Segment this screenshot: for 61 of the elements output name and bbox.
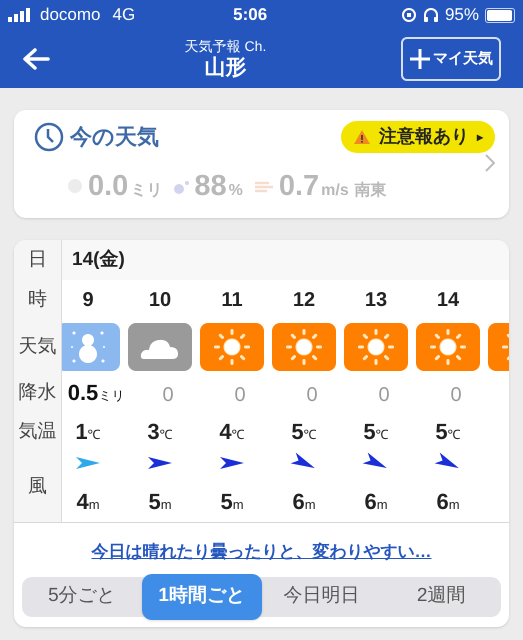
precip-value: 0	[378, 382, 390, 408]
wind-speed: 6m	[292, 488, 316, 516]
wind-speed: 5m	[148, 488, 172, 516]
warning-icon	[353, 128, 371, 144]
clock-time: 5:06	[233, 4, 268, 26]
hour-text: 14	[436, 288, 460, 313]
back-arrow-icon[interactable]	[22, 47, 50, 71]
droplet-icon	[172, 178, 190, 195]
period-tab[interactable]: 1時間ごと	[142, 574, 262, 620]
date-label: 日	[28, 248, 47, 272]
wind-speed: 4m	[76, 488, 100, 516]
precip-value: 0.5 ミリ	[68, 379, 124, 407]
stat-value: 0.0	[88, 169, 128, 204]
temperature-value: 3℃	[147, 418, 173, 446]
battery-percent: 95%	[444, 4, 479, 26]
add-favorite-button[interactable]: マイ天気	[401, 37, 501, 81]
precip-value: 0	[450, 382, 462, 408]
precip-value: 0	[306, 382, 318, 408]
hour-text: 11	[221, 288, 243, 313]
period-tab[interactable]: 2週間	[381, 574, 501, 620]
temperature-value: 4℃	[219, 418, 245, 446]
hour-text: 9	[82, 288, 94, 313]
wind-label: 風	[28, 474, 47, 499]
plus-icon	[409, 48, 431, 70]
temperature-value: 1℃	[75, 418, 101, 446]
stat-unit: %	[228, 181, 243, 201]
wind-speed: 6m	[436, 488, 460, 516]
period-tab[interactable]: 今日明日	[262, 574, 382, 620]
alert-badge[interactable]: 注意報あり ▸	[341, 120, 495, 152]
wind-direction: 南東	[354, 180, 387, 201]
stat-value: 88	[194, 169, 227, 204]
current-weather-title: 今の天気	[70, 123, 159, 151]
forecast-summary-link[interactable]: 今日は晴れたり曇ったりと、変わりやすい…	[92, 539, 432, 564]
date-text: 14(金)	[72, 248, 125, 272]
hour-text: 10	[148, 288, 172, 313]
stat-unit: m/s	[321, 181, 349, 201]
temperature-value: 5℃	[435, 418, 461, 446]
stat-value: 0.7	[278, 169, 320, 204]
precip-label: 降水	[18, 380, 56, 405]
wind-speed: 5m	[220, 488, 244, 516]
header-subtitle: 天気予報 Ch.	[184, 37, 266, 55]
headphones-icon	[422, 7, 439, 23]
weather-label: 天気	[18, 334, 56, 359]
temperature-value: 5℃	[363, 418, 389, 446]
stat-unit: ミリ	[130, 181, 162, 201]
wind-speed: 6m	[364, 488, 388, 516]
badge-arrow: ▸	[477, 128, 483, 146]
precip-value: 0	[234, 382, 246, 408]
carrier-name: docomo	[40, 4, 100, 26]
battery-icon	[485, 8, 515, 22]
temperature-value: 5℃	[291, 418, 317, 446]
clock-icon	[34, 122, 64, 152]
precip-value: 0	[162, 382, 174, 408]
rotation-lock-icon	[400, 7, 417, 23]
hour-text: 13	[364, 288, 388, 313]
temp-label: 気温	[18, 420, 56, 444]
period-tab[interactable]: 5分ごと	[22, 574, 142, 620]
header-title: 山形	[204, 55, 246, 81]
hour-text: 12	[292, 288, 316, 313]
network-type: 4G	[112, 4, 136, 26]
hour-label: 時	[28, 288, 47, 312]
